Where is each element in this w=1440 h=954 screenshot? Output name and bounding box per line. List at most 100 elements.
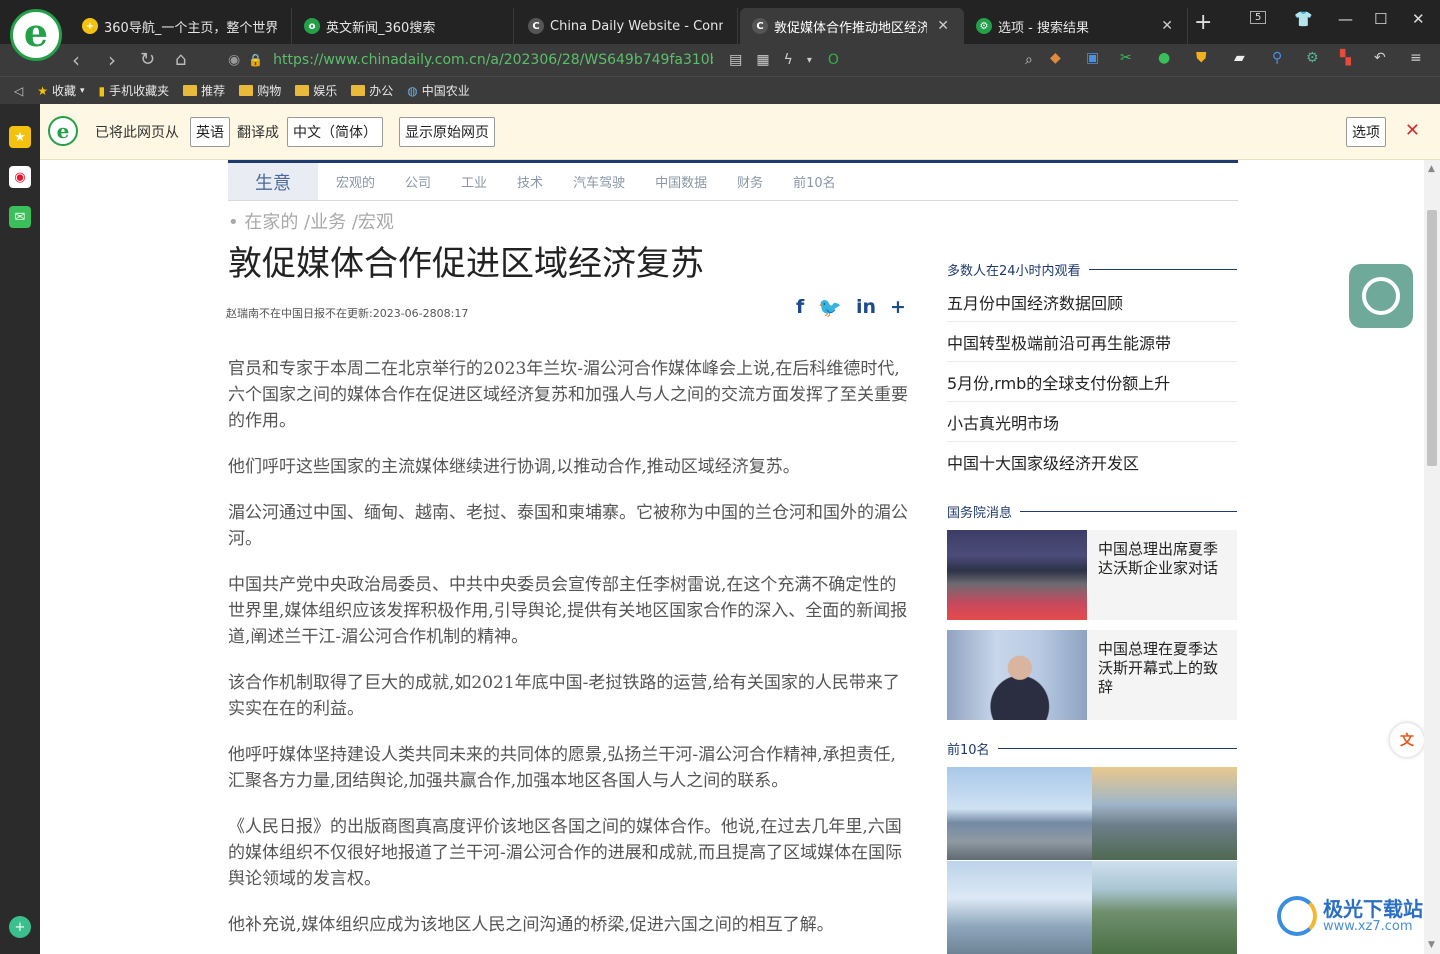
scrollbar-thumb[interactable] [1427,210,1437,466]
nav-item-motoring[interactable]: 汽车驾驶 [573,172,625,191]
news-caption[interactable]: 中国总理在夏季达沃斯开幕式上的致辞 [1098,640,1230,697]
undo-icon[interactable]: ↶ [1374,50,1386,66]
bookmark-mobile[interactable]: ▮ 手机收藏夹 [99,82,170,99]
chevron-down-icon[interactable]: ▾ [807,55,812,66]
maximize-button[interactable]: ☐ [1374,10,1387,28]
back-icon[interactable]: ‹ [72,48,80,72]
news-card[interactable]: 中国总理出席夏季达沃斯企业家对话 [947,530,1237,620]
translate-options-button[interactable]: 选项 [1346,117,1386,147]
magnifier-icon[interactable]: ⚲ [1272,50,1282,66]
scroll-down-icon[interactable]: ▼ [1428,940,1435,950]
url-text[interactable]: https://www.chinadaily.com.cn/a/202306/2… [273,52,713,68]
gamepad-icon[interactable]: ▰ [1234,50,1245,66]
top10-image[interactable] [1092,767,1237,860]
breadcrumb[interactable]: • 在家的 /业务 /宏观 [228,208,394,234]
folder-icon [351,85,366,96]
popular-item[interactable]: 小古真光明市场 [947,402,1237,442]
bookmark-recommend[interactable]: 推荐 [183,82,225,99]
bookmark-entertainment[interactable]: 娱乐 [295,82,337,99]
close-tab-icon[interactable]: ✕ [1161,18,1173,34]
tab-article-active[interactable]: C 敦促媒体合作推动地区经济复苏 ✕ [740,8,964,44]
nav-item-industry[interactable]: 工业 [461,172,487,191]
screen-capture-icon[interactable]: ▣ [1086,50,1099,66]
scroll-up-icon[interactable]: ▲ [1428,164,1435,174]
popular-item[interactable]: 中国转型极端前沿可再生能源带 [947,322,1237,362]
nav-item-technology[interactable]: 技术 [517,172,543,191]
nav-business[interactable]: 生意 [228,163,318,200]
bookmark-favorites[interactable]: ★ 收藏 ▾ [37,82,84,99]
news-caption[interactable]: 中国总理出席夏季达沃斯企业家对话 [1098,540,1230,578]
reader-mode-icon[interactable]: ▤ [729,52,742,68]
add-sidebar-icon[interactable]: + [9,916,31,938]
twitter-icon[interactable]: 🐦 [818,296,842,319]
bookmark-agriculture[interactable]: ◍ 中国农业 [407,82,470,99]
nav-item-china-data[interactable]: 中国数据 [655,172,707,191]
translate-icon[interactable]: ● [1158,50,1170,66]
nav-item-macro[interactable]: 宏观的 [336,172,375,191]
favorites-star-icon[interactable]: ★ [9,126,31,148]
top10-image[interactable] [947,861,1092,954]
popular-item[interactable]: 五月份中国经济数据回顾 [947,282,1237,322]
mail-icon[interactable]: ✉ [9,206,31,228]
show-original-button[interactable]: 显示原始网页 [399,117,495,147]
top10-image[interactable] [1092,861,1237,954]
article-paragraph: 他们呼吁这些国家的主流媒体继续进行协调,以推动合作,推动区域经济复苏。 [228,457,800,477]
minimize-button[interactable]: — [1338,10,1353,28]
qr-code-icon[interactable]: ▦ [756,52,769,68]
page-scrollbar[interactable]: ▲ ▼ [1424,160,1440,954]
address-bar[interactable]: ◉ 🔒 https://www.chinadaily.com.cn/a/2023… [228,46,1033,74]
browser-logo-icon[interactable]: e [10,9,62,61]
sidebar-toggle-icon[interactable]: ◁ [14,84,23,98]
forward-icon[interactable]: › [108,48,116,72]
skin-icon[interactable]: 👕 [1294,10,1313,28]
home-icon[interactable]: ⌂ [175,48,186,72]
site-info-icon[interactable]: ◉ [228,52,240,68]
reload-icon[interactable]: ↻ [140,48,155,72]
linkedin-icon[interactable]: in [856,296,876,319]
search-engine-icon[interactable]: O [828,52,839,68]
bookmark-shopping[interactable]: 购物 [239,82,281,99]
extension-game-icon[interactable]: ◆ [1050,50,1061,66]
new-tab-button[interactable]: + [1194,12,1212,34]
nav-divider [228,200,1238,201]
news-thumbnail[interactable] [947,630,1087,720]
tab-options-search[interactable]: ⚙ 选项 - 搜索结果 ✕ [964,8,1188,44]
nav-item-companies[interactable]: 公司 [405,172,431,191]
facebook-icon[interactable]: f [796,296,804,319]
watermark-logo-icon [1277,896,1317,936]
scissors-icon[interactable]: ✂ [1120,50,1132,66]
translate-float-icon[interactable]: 文 [1390,723,1424,757]
article-paragraph: 他补充说,媒体组织应成为该地区人民之间沟通的桥梁,促进六国之间的相互了解。 [228,915,834,935]
tab-count-badge[interactable]: 5 [1250,11,1267,24]
news-thumbnail[interactable] [947,530,1087,620]
shield-icon[interactable]: ⛊ [1196,50,1207,66]
target-language-button[interactable]: 中文（简体） [287,117,383,147]
apps-grid-icon[interactable]: ▚ [1340,50,1351,66]
state-council-header: 国务院消息 [947,502,1237,521]
tab-360-search[interactable]: o 英文新闻_360搜索 [292,8,514,44]
weibo-icon[interactable]: ◉ [9,166,31,188]
popular-item[interactable]: 5月份,rmb的全球支付份额上升 [947,362,1237,402]
nav-item-finance[interactable]: 财务 [737,172,763,191]
close-window-button[interactable]: ✕ [1412,10,1425,28]
menu-icon[interactable]: ≡ [1410,50,1422,66]
chatgpt-float-button[interactable] [1349,264,1413,328]
folder-icon [239,85,254,96]
close-tab-icon[interactable]: ✕ [937,18,949,34]
news-card[interactable]: 中国总理在夏季达沃斯开幕式上的致辞 [947,630,1237,720]
tab-chinadaily-home[interactable]: C China Daily Website - Conne [516,8,738,44]
popular-item[interactable]: 中国十大国家级经济开发区 [947,442,1237,482]
bookmark-office[interactable]: 办公 [351,82,393,99]
chatgpt-icon[interactable]: ⚙ [1306,50,1319,66]
folder-icon [183,85,198,96]
source-language-button[interactable]: 英语 [190,117,230,147]
article-paragraph: 官员和专家于本周二在北京举行的2023年兰坎-湄公河合作媒体峰会上说,在后科维德… [228,359,908,431]
lightning-icon[interactable]: ϟ [784,52,793,68]
search-icon[interactable]: ⌕ [1025,52,1033,68]
close-translate-icon[interactable]: ✕ [1405,120,1420,141]
nav-item-top10[interactable]: 前10名 [793,172,836,191]
tab-360-nav[interactable]: + 360导航_一个主页，整个世界 [70,8,292,44]
share-more-icon[interactable]: + [890,296,906,319]
top10-image[interactable] [947,767,1092,860]
left-sidebar: ★ ◉ ✉ + [0,104,40,954]
